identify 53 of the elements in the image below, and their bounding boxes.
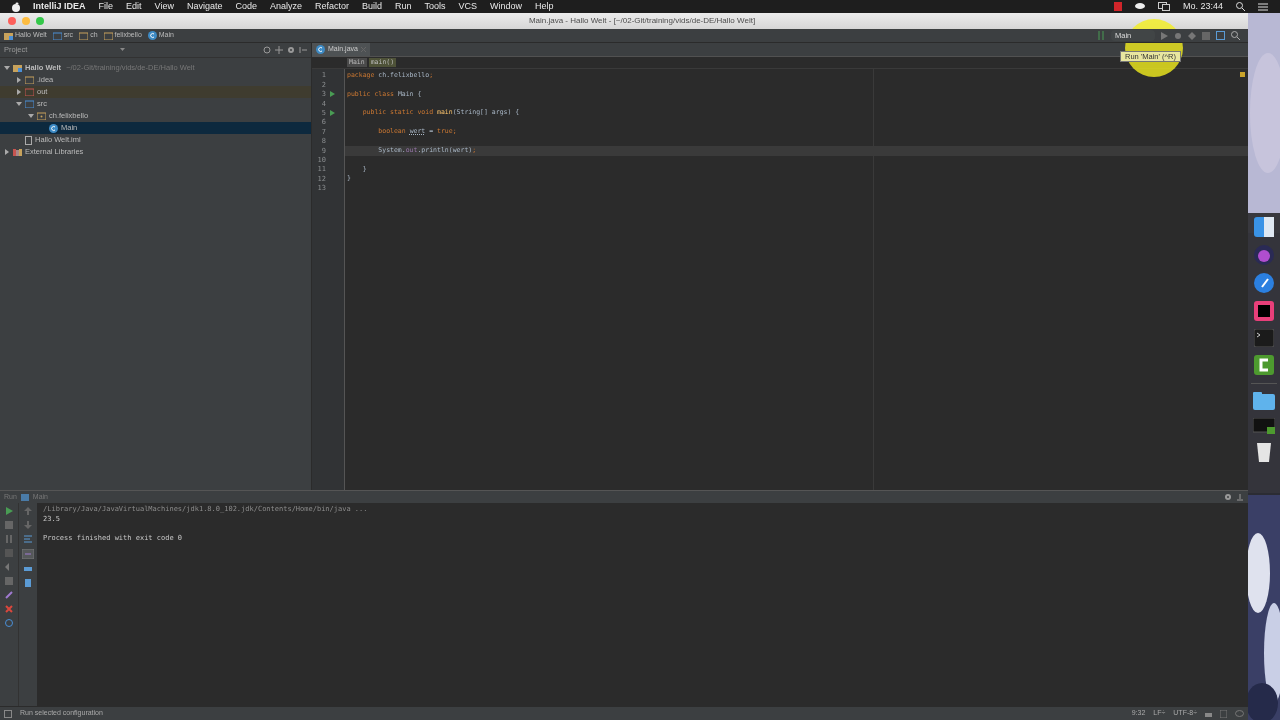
menu-item[interactable]: Refactor <box>315 0 349 14</box>
menu-item[interactable]: Window <box>490 0 523 14</box>
menu-icon <box>1258 2 1268 11</box>
folder-icon[interactable] <box>1253 392 1275 410</box>
menu-item[interactable]: File <box>98 0 114 14</box>
library-icon <box>13 148 22 156</box>
up-arrow-icon[interactable] <box>24 507 32 515</box>
search-icon <box>1231 31 1240 40</box>
menu-item[interactable]: Tools <box>424 0 446 14</box>
class-icon <box>316 45 325 54</box>
menu-item[interactable]: Edit <box>126 0 142 14</box>
zoom-button[interactable] <box>36 17 44 25</box>
recording-icon <box>1113 2 1122 11</box>
pause-icon[interactable] <box>5 535 13 543</box>
close-icon <box>360 47 366 52</box>
run-icon[interactable] <box>5 507 13 515</box>
menu-item[interactable]: Code <box>235 0 257 14</box>
folder-icon <box>13 64 22 72</box>
window-title: Main.java - Hallo Welt - [~/02-Git/training/vids/de-DE/Hallo Welt] <box>528 15 756 27</box>
settings-icon[interactable] <box>287 46 295 54</box>
class-icon <box>49 123 58 133</box>
stop-icon <box>1202 31 1210 40</box>
menu-item[interactable]: Build <box>362 0 382 14</box>
run-icon <box>1161 31 1168 40</box>
terminal-icon[interactable] <box>1254 329 1274 347</box>
folder-icon <box>79 31 89 40</box>
menu-item[interactable]: Analyze <box>269 0 302 14</box>
close-icon[interactable] <box>5 605 13 613</box>
apple-logo-icon <box>12 1 20 12</box>
menu-item[interactable]: Navigate <box>186 0 223 14</box>
menu-item[interactable]: Help <box>535 0 554 14</box>
down-arrow-icon[interactable] <box>24 521 32 529</box>
folder-icon <box>37 112 46 120</box>
menu-item[interactable]: View <box>154 0 174 14</box>
folder-icon <box>4 31 13 40</box>
clock: Mo. 23:44 <box>1182 0 1223 13</box>
dropdown-icon[interactable] <box>120 48 125 52</box>
search-icon <box>1236 2 1245 11</box>
class-icon <box>147 31 157 40</box>
warning-marker[interactable] <box>1240 72 1245 77</box>
file-icon <box>25 135 32 145</box>
close-button[interactable] <box>8 17 16 25</box>
settings-icon[interactable] <box>1224 493 1232 501</box>
finder-icon[interactable] <box>1254 217 1274 237</box>
app-menu[interactable]: IntelliJ IDEA <box>33 0 86 14</box>
cloud-icon <box>1134 2 1145 11</box>
folder-icon <box>103 31 113 40</box>
folder-icon <box>52 31 62 40</box>
compass-icon[interactable] <box>1254 273 1274 293</box>
menu-item[interactable]: Run <box>395 0 412 14</box>
menu-item[interactable]: VCS <box>458 0 478 14</box>
window-thumbnail-icon[interactable] <box>1253 418 1275 434</box>
bracket-app-icon[interactable] <box>1254 355 1274 375</box>
